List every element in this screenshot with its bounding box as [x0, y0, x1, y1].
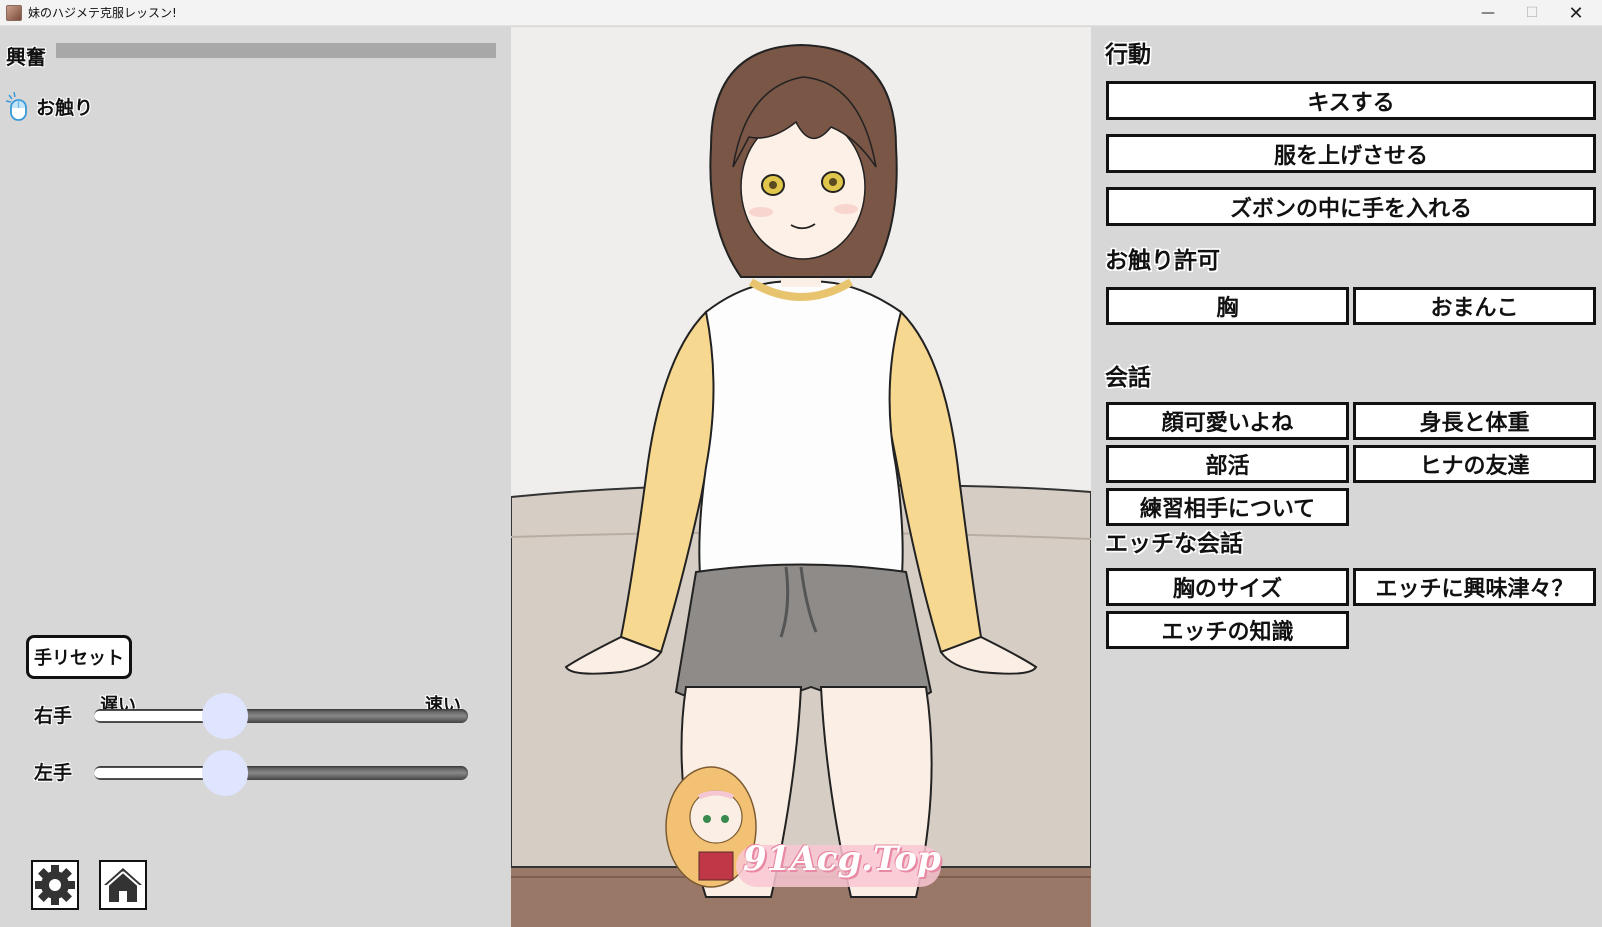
- touch-permit-heading: お触り許可: [1105, 248, 1220, 274]
- left-hand-speed-slider[interactable]: [94, 750, 468, 796]
- talk-club-button[interactable]: 部活: [1106, 445, 1349, 483]
- left-hand-label: 左手: [34, 762, 73, 784]
- game-window: 妹のハジメテ克服レッスン! — ☐ ✕ 興奮 お触り 手リセット 遅い 速い 右…: [0, 0, 1602, 927]
- settings-button[interactable]: [31, 860, 79, 910]
- right-hand-slider-knob[interactable]: [201, 693, 248, 739]
- talk-heading: 会話: [1105, 365, 1151, 391]
- excite-gauge: [56, 43, 496, 58]
- right-hand-speed-slider[interactable]: [94, 693, 468, 739]
- touch-mode-label: お触り: [36, 97, 94, 119]
- hand-in-pants-button[interactable]: ズボンの中に手を入れる: [1106, 187, 1596, 226]
- left-hand-slider-knob[interactable]: [201, 750, 248, 796]
- lift-clothes-button[interactable]: 服を上げさせる: [1106, 134, 1596, 173]
- character-scene[interactable]: 91Acg.Top: [511, 27, 1091, 927]
- mouse-icon: [6, 91, 27, 121]
- h-talk-knowledge-button[interactable]: エッチの知識: [1106, 611, 1349, 649]
- home-icon: [104, 868, 142, 902]
- right-hand-label: 右手: [34, 705, 73, 727]
- close-button[interactable]: ✕: [1554, 0, 1598, 26]
- title-bar: 妹のハジメテ克服レッスン! — ☐ ✕: [0, 0, 1602, 26]
- talk-cute-face-button[interactable]: 顔可愛いよね: [1106, 402, 1349, 440]
- action-heading: 行動: [1105, 42, 1151, 68]
- home-button[interactable]: [99, 860, 147, 910]
- left-panel: 興奮 お触り 手リセット 遅い 速い 右手 左手: [0, 27, 511, 927]
- h-talk-heading: エッチな会話: [1105, 531, 1243, 557]
- character-illustration[interactable]: [511, 27, 1091, 927]
- app-icon: [6, 4, 22, 21]
- minimize-button[interactable]: —: [1466, 0, 1510, 26]
- talk-height-weight-button[interactable]: 身長と体重: [1353, 402, 1596, 440]
- gear-icon: [35, 865, 75, 905]
- talk-friends-button[interactable]: ヒナの友達: [1353, 445, 1596, 483]
- command-panel: 行動 キスする 服を上げさせる ズボンの中に手を入れる お触り許可 胸 おまんこ…: [1091, 27, 1602, 927]
- kiss-button[interactable]: キスする: [1106, 81, 1596, 120]
- h-talk-interest-button[interactable]: エッチに興味津々？: [1353, 568, 1596, 606]
- h-talk-chest-size-button[interactable]: 胸のサイズ: [1106, 568, 1349, 606]
- hand-reset-button[interactable]: 手リセット: [26, 635, 132, 679]
- permit-crotch-button[interactable]: おまんこ: [1353, 287, 1596, 325]
- talk-practice-partner-button[interactable]: 練習相手について: [1106, 488, 1349, 526]
- permit-chest-button[interactable]: 胸: [1106, 287, 1349, 325]
- window-title: 妹のハジメテ克服レッスン!: [28, 6, 177, 20]
- watermark-text: 91Acg.Top: [743, 839, 941, 879]
- excite-label: 興奮: [6, 45, 46, 69]
- maximize-button[interactable]: ☐: [1510, 0, 1554, 26]
